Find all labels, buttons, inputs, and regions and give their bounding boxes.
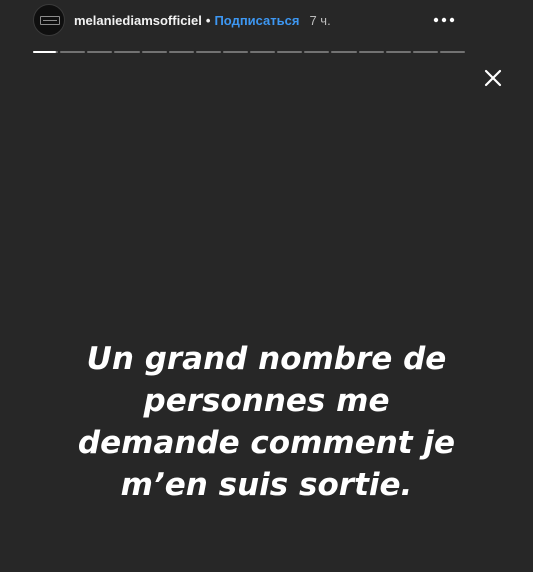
progress-segment: [358, 51, 384, 53]
caption-line-1: Un grand nombre de: [86, 341, 447, 377]
follow-button[interactable]: Подписаться: [214, 13, 299, 28]
progress-segment: [385, 51, 411, 53]
progress-segment: [222, 51, 248, 53]
progress-segment: [33, 51, 59, 53]
caption-line-3: demande comment je: [77, 425, 456, 461]
progress-segment: [141, 51, 167, 53]
progress-segment: [114, 51, 140, 53]
story-meta: melaniediamsofficiel • Подписаться 7 ч.: [74, 12, 331, 28]
progress-segment: [439, 51, 465, 53]
story-progress-bar: [33, 51, 465, 53]
progress-segment: [195, 51, 221, 53]
brand-logo-icon: [40, 16, 60, 25]
separator-dot: •: [205, 12, 211, 28]
close-icon: [484, 69, 502, 87]
progress-segment: [168, 51, 194, 53]
story-header: melaniediamsofficiel • Подписаться 7 ч.: [0, 0, 533, 48]
username[interactable]: melaniediamsofficiel: [74, 13, 202, 28]
progress-segment-fill: [33, 51, 56, 53]
progress-segment: [277, 51, 303, 53]
story-viewer: melaniediamsofficiel • Подписаться 7 ч. …: [0, 0, 533, 572]
avatar[interactable]: [33, 4, 65, 36]
progress-segment: [250, 51, 276, 53]
progress-segment: [331, 51, 357, 53]
close-button[interactable]: [481, 66, 505, 90]
caption-line-4: m’en suis sortie.: [120, 467, 413, 503]
timestamp: 7 ч.: [309, 12, 331, 28]
story-caption: Un grand nombre de personnes me demande …: [0, 338, 533, 506]
progress-segment: [412, 51, 438, 53]
more-horizontal-icon: [433, 17, 455, 23]
progress-segment: [304, 51, 330, 53]
progress-segment: [60, 51, 86, 53]
more-options-button[interactable]: [432, 10, 456, 30]
caption-line-2: personnes me: [143, 383, 390, 419]
progress-segment: [87, 51, 113, 53]
